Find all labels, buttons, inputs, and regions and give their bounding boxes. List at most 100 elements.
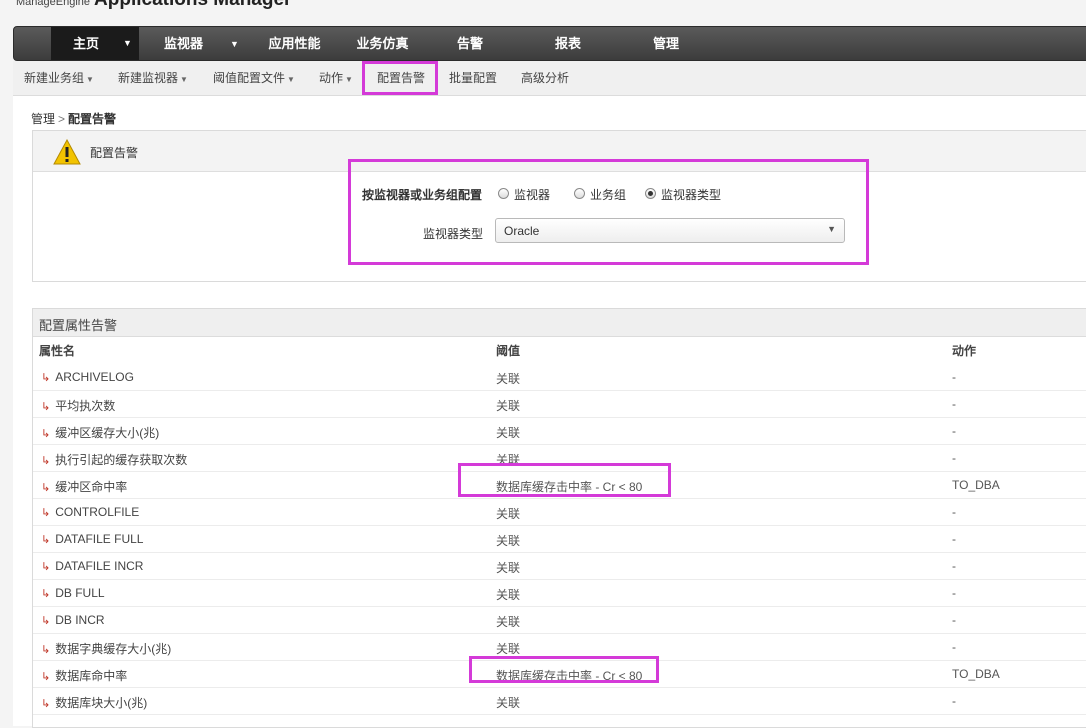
action-value[interactable]: - bbox=[952, 613, 956, 627]
chevron-down-icon[interactable]: ▼ bbox=[230, 39, 239, 49]
action-value[interactable]: TO_DBA bbox=[952, 478, 1000, 492]
attribute-name-text: 执行引起的缓存获取次数 bbox=[55, 453, 188, 467]
monitor-type-select[interactable]: Oracle ▼ bbox=[495, 218, 845, 243]
attribute-name[interactable]: ↳ CONTROLFILE bbox=[41, 505, 139, 519]
subnav-new-monitor[interactable]: 新建监视器 ▼ bbox=[118, 61, 188, 95]
attribute-name[interactable]: ↳ 执行引起的缓存获取次数 bbox=[41, 451, 187, 468]
table-row: ↳ 平均执次数 关联 - bbox=[33, 390, 1086, 418]
attribute-name[interactable]: ↳ DB FULL bbox=[41, 586, 105, 600]
attribute-name[interactable]: ↳ 数据库命中率 bbox=[41, 667, 127, 684]
attribute-name-text: 数据库块大小(兆) bbox=[55, 696, 148, 710]
subnav-actions[interactable]: 动作 ▼ bbox=[319, 61, 353, 95]
action-value[interactable]: - bbox=[952, 397, 956, 411]
threshold-link[interactable]: 关联 bbox=[496, 505, 520, 522]
threshold-link[interactable]: 关联 bbox=[496, 586, 520, 603]
nav-alarms[interactable]: 告警 bbox=[450, 27, 490, 60]
row-arrow-icon: ↳ bbox=[41, 534, 51, 546]
attribute-name-text: DATAFILE FULL bbox=[55, 532, 144, 546]
threshold-link[interactable]: 关联 bbox=[496, 424, 520, 441]
caret-down-icon: ▼ bbox=[345, 75, 353, 84]
attribute-name[interactable]: ↳ ARCHIVELOG bbox=[41, 370, 134, 384]
attribute-name[interactable]: ↳ DATAFILE FULL bbox=[41, 532, 143, 546]
table-row: ↳ 缓冲区命中率 数据库缓存击中率 - Cr < 80 TO_DBA bbox=[33, 471, 1086, 499]
attribute-name-text: DB FULL bbox=[55, 586, 105, 600]
subnav-bulk-config[interactable]: 批量配置 bbox=[449, 61, 497, 95]
subnav-new-business-group[interactable]: 新建业务组 ▼ bbox=[24, 61, 94, 95]
row-arrow-icon: ↳ bbox=[41, 588, 51, 600]
main-nav: 主页 ▼ 监视器 ▼ 应用性能 业务仿真 告警 报表 管理 bbox=[13, 26, 1086, 61]
nav-reports[interactable]: 报表 bbox=[548, 27, 588, 60]
attribute-name[interactable]: ↳ 数据库块大小(兆) bbox=[41, 694, 147, 711]
brand-vendor: ManageEngine bbox=[16, 0, 91, 8]
attribute-table-title: 配置属性告警 bbox=[39, 318, 118, 333]
subnav-label: 新建业务组 bbox=[24, 71, 85, 85]
threshold-link[interactable]: 数据库缓存击中率 - Cr < 80 bbox=[496, 478, 642, 495]
attribute-name[interactable]: ↳ 缓冲区缓存大小(兆) bbox=[41, 424, 159, 441]
row-arrow-icon: ↳ bbox=[41, 428, 51, 440]
radio-monitor[interactable] bbox=[498, 188, 509, 199]
action-value[interactable]: - bbox=[952, 586, 956, 600]
radio-monitor-type[interactable] bbox=[645, 188, 656, 199]
row-arrow-icon: ↳ bbox=[41, 401, 51, 413]
nav-business-simulation[interactable]: 业务仿真 bbox=[350, 27, 415, 60]
row-arrow-icon: ↳ bbox=[41, 372, 51, 384]
row-arrow-icon: ↳ bbox=[41, 698, 51, 710]
attribute-name[interactable]: ↳ DATAFILE INCR bbox=[41, 559, 143, 573]
caret-down-icon: ▼ bbox=[180, 75, 188, 84]
threshold-link[interactable]: 关联 bbox=[496, 532, 520, 549]
nav-admin[interactable]: 管理 bbox=[646, 27, 686, 60]
config-panel-header: 配置告警 bbox=[33, 131, 1086, 172]
attribute-name-text: DATAFILE INCR bbox=[55, 559, 144, 573]
threshold-link[interactable]: 关联 bbox=[496, 640, 520, 657]
action-value[interactable]: - bbox=[952, 505, 956, 519]
action-value[interactable]: - bbox=[952, 694, 956, 708]
attribute-table-header: 配置属性告警 bbox=[33, 309, 1086, 337]
row-arrow-icon: ↳ bbox=[41, 615, 51, 627]
action-value[interactable]: - bbox=[952, 451, 956, 465]
warning-icon bbox=[53, 139, 81, 165]
action-value[interactable]: TO_DBA bbox=[952, 667, 1000, 681]
attribute-name[interactable]: ↳ 缓冲区命中率 bbox=[41, 478, 127, 495]
attribute-name[interactable]: ↳ DB INCR bbox=[41, 613, 105, 627]
radio-monitor-type-label[interactable]: 监视器类型 bbox=[661, 186, 721, 203]
action-value[interactable]: - bbox=[952, 532, 956, 546]
brand-product: Applications Manager bbox=[94, 0, 291, 10]
row-arrow-icon: ↳ bbox=[41, 507, 51, 519]
nav-app-performance[interactable]: 应用性能 bbox=[262, 27, 327, 60]
threshold-link[interactable]: 关联 bbox=[496, 559, 520, 576]
caret-down-icon: ▼ bbox=[86, 75, 94, 84]
attribute-name[interactable]: ↳ 平均执次数 bbox=[41, 397, 115, 414]
subnav-advanced-analysis[interactable]: 高级分析 bbox=[521, 61, 569, 95]
breadcrumb-root[interactable]: 管理 bbox=[31, 112, 55, 126]
chevron-down-icon[interactable]: ▼ bbox=[123, 27, 132, 60]
nav-monitors[interactable]: 监视器 bbox=[156, 27, 211, 60]
subnav-configure-alarms[interactable]: 配置告警 bbox=[377, 61, 425, 95]
action-value[interactable]: - bbox=[952, 559, 956, 573]
threshold-link[interactable]: 关联 bbox=[496, 451, 520, 468]
threshold-link[interactable]: 关联 bbox=[496, 370, 520, 387]
action-value[interactable]: - bbox=[952, 370, 956, 384]
attribute-name-text: CONTROLFILE bbox=[55, 505, 140, 519]
table-row: ↳ CONTROLFILE 关联 - bbox=[33, 498, 1086, 526]
row-arrow-icon: ↳ bbox=[41, 482, 51, 494]
caret-down-icon: ▼ bbox=[287, 75, 295, 84]
radio-monitor-label[interactable]: 监视器 bbox=[514, 186, 550, 203]
threshold-link[interactable]: 关联 bbox=[496, 613, 520, 630]
threshold-link[interactable]: 数据库缓存击中率 - Cr < 80 bbox=[496, 667, 642, 684]
attribute-name-text: 数据字典缓存大小(兆) bbox=[55, 642, 172, 656]
subnav-threshold-profiles[interactable]: 阈值配置文件 ▼ bbox=[213, 61, 295, 95]
attribute-name-text: ARCHIVELOG bbox=[55, 370, 134, 384]
row-arrow-icon: ↳ bbox=[41, 455, 51, 467]
radio-business-group[interactable] bbox=[574, 188, 585, 199]
threshold-link[interactable]: 关联 bbox=[496, 397, 520, 414]
action-value[interactable]: - bbox=[952, 424, 956, 438]
nav-home-label: 主页 bbox=[73, 36, 100, 51]
attribute-name-text: DB INCR bbox=[55, 613, 105, 627]
row-arrow-icon: ↳ bbox=[41, 644, 51, 656]
action-value[interactable]: - bbox=[952, 640, 956, 654]
radio-business-group-label[interactable]: 业务组 bbox=[590, 186, 626, 203]
attribute-name[interactable]: ↳ 数据字典缓存大小(兆) bbox=[41, 640, 171, 657]
nav-home[interactable]: 主页 ▼ bbox=[51, 27, 139, 60]
threshold-link[interactable]: 关联 bbox=[496, 694, 520, 711]
table-row: ↳ 数据库命中率 数据库缓存击中率 - Cr < 80 TO_DBA bbox=[33, 660, 1086, 688]
